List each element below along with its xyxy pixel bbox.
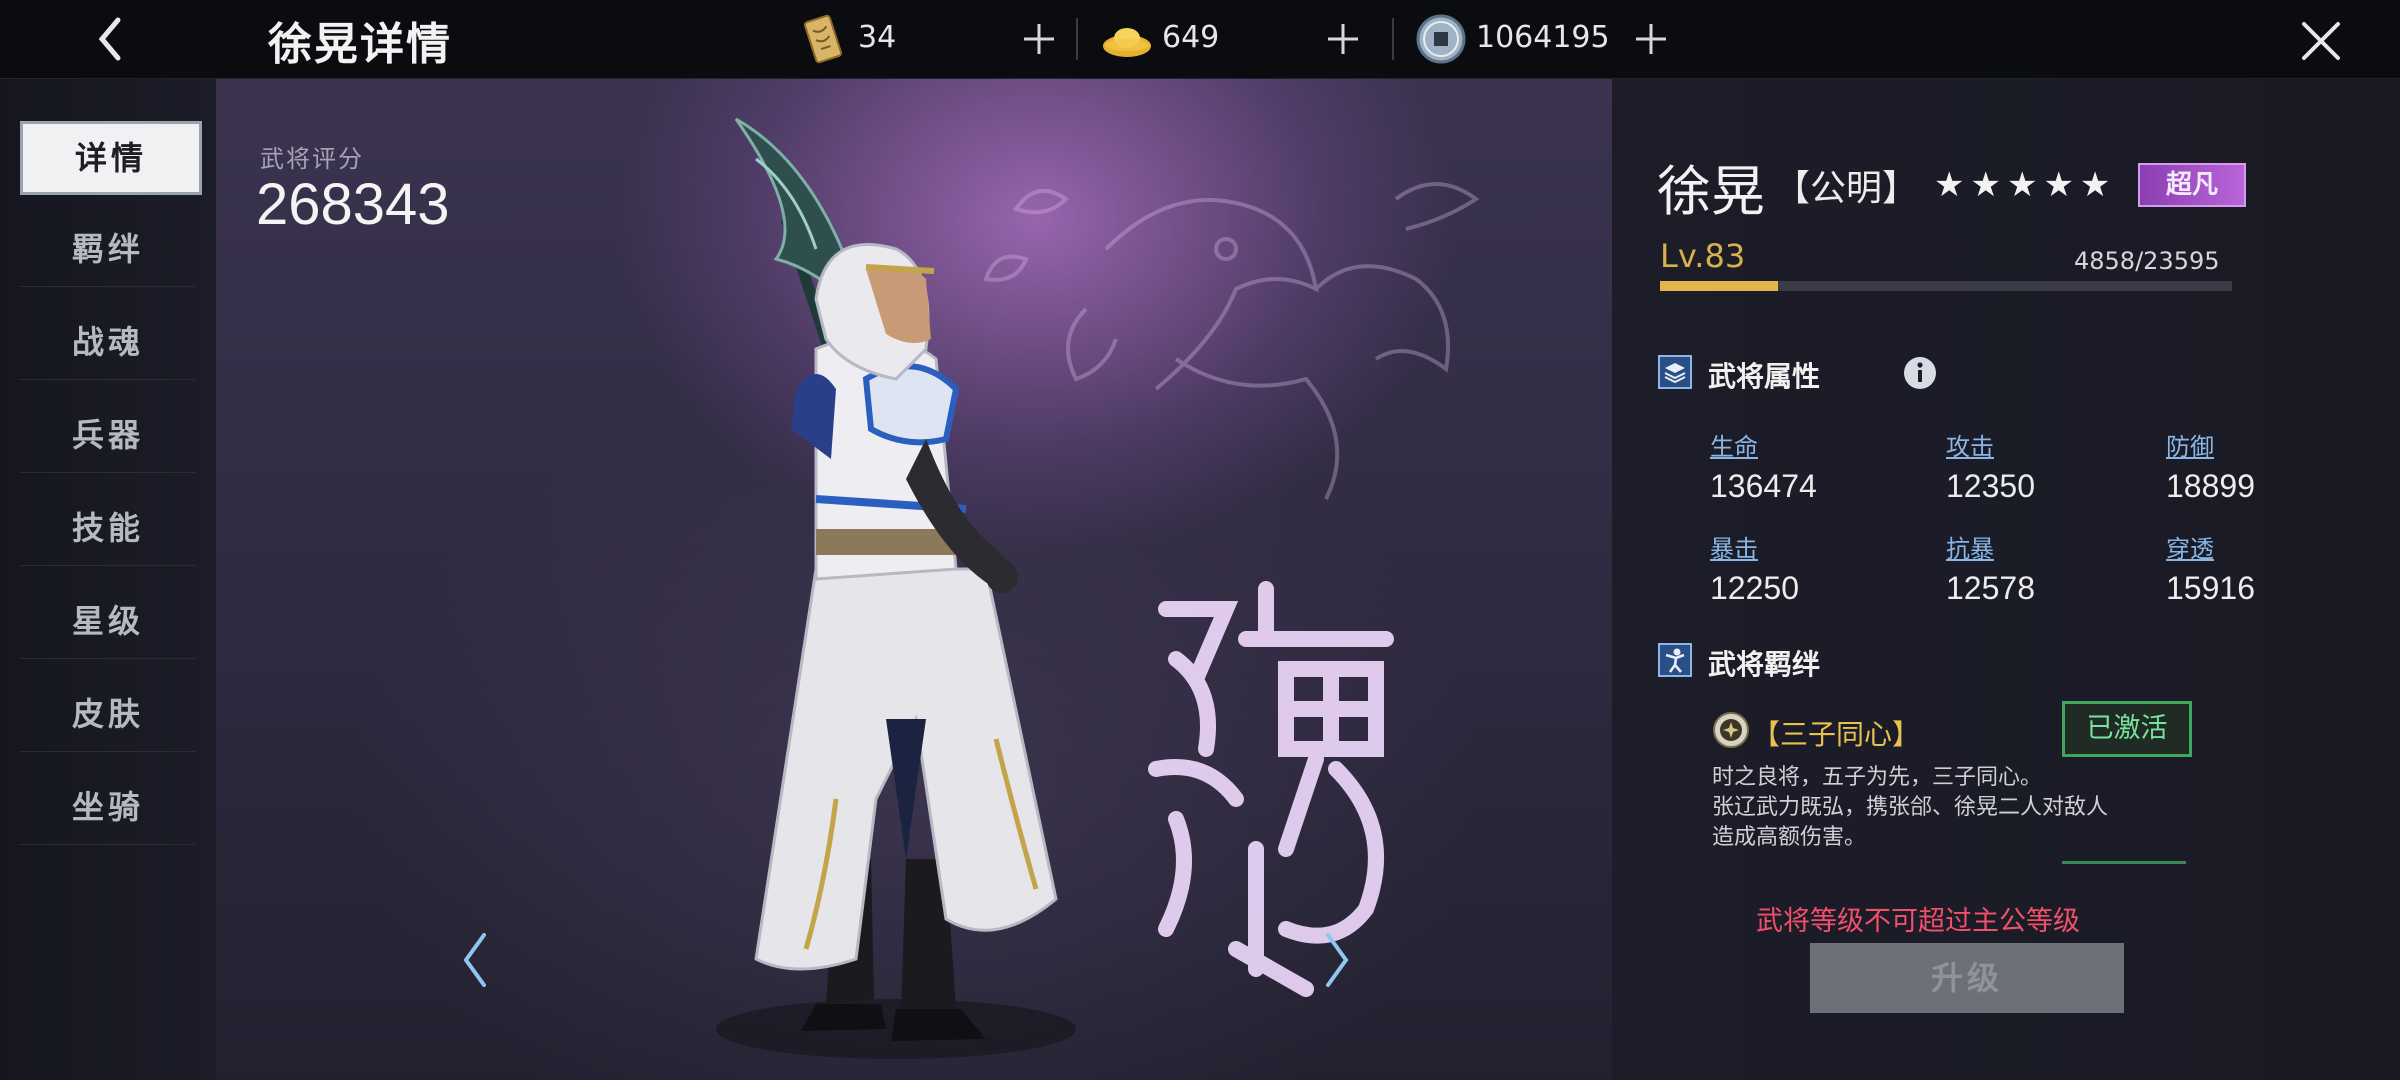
add-copper-button[interactable] [1624, 12, 1678, 66]
stat-defense: 防御 18899 [2166, 427, 2346, 505]
layers-icon [1658, 355, 1692, 389]
tab-mounts[interactable]: 坐骑 [20, 770, 196, 845]
bonds-title: 武将羁绊 [1708, 648, 1821, 681]
copper-coin-icon [1416, 14, 1466, 64]
exp-progress-bar [1660, 281, 2232, 291]
prev-hero-button[interactable] [456, 925, 496, 995]
stat-penetration: 穿透 15916 [2166, 529, 2346, 607]
divider [1392, 18, 1394, 60]
exp-progress-fill [1660, 281, 1778, 291]
stat-value: 18899 [2166, 468, 2255, 504]
bond-desc-line: 造成高额伤害。 [1712, 825, 1867, 850]
warning-text: 武将等级不可超过主公等级 [1756, 906, 2080, 937]
stat-value: 15916 [2166, 570, 2255, 606]
bonds-header: 武将羁绊 [1658, 639, 1958, 681]
warrior-figure-icon [1658, 643, 1692, 677]
tab-bonds[interactable]: 羁绊 [20, 212, 196, 287]
tab-skills[interactable]: 技能 [20, 491, 196, 566]
page-title: 徐晃详情 [268, 19, 452, 70]
stat-crit-resist: 抗暴 12578 [1946, 529, 2126, 607]
tab-skins[interactable]: 皮肤 [20, 677, 196, 752]
stat-hp: 生命 136474 [1710, 427, 1890, 505]
next-hero-button[interactable] [1316, 925, 1356, 995]
divider [1076, 18, 1078, 60]
stat-attack: 攻击 12350 [1946, 427, 2126, 505]
bond-emblem-icon [1713, 712, 1749, 748]
resource-token: 34 [796, 12, 1096, 66]
close-button[interactable] [2294, 14, 2348, 68]
stat-value: 12578 [1946, 570, 2035, 606]
level-cap-warning: 武将等级不可超过主公等级 [1612, 899, 2400, 938]
bond-desc-line: 张辽武力既弘，携张郃、徐晃二人对敌人 [1712, 795, 2109, 820]
stat-name[interactable]: 防御 [2166, 427, 2346, 462]
token-scroll-icon [803, 14, 843, 64]
token-count: 34 [858, 20, 897, 55]
stat-value: 12250 [1710, 570, 1799, 606]
copper-count: 1064195 [1476, 20, 1610, 55]
hero-character-model [716, 117, 1076, 1059]
bond-description: 时之良将，五子为先，三子同心。 张辽武力既弘，携张郃、徐晃二人对敌人 造成高额伤… [1712, 763, 2232, 853]
info-icon[interactable] [1902, 355, 1938, 391]
gold-ingot-icon [1103, 28, 1151, 57]
bond-name[interactable]: 【三子同心】 [1752, 713, 1920, 753]
close-icon [2302, 22, 2340, 60]
star-rating: ★★★★★ [1934, 165, 2117, 205]
upgrade-button[interactable]: 升级 [1810, 943, 2124, 1013]
add-gold-button[interactable] [1316, 12, 1370, 66]
next-bond-badge-partial [2062, 861, 2186, 874]
sidebar: 详情 羁绊 战魂 兵器 技能 星级 皮肤 坐骑 [0, 79, 216, 1080]
top-bar: 徐晃详情 34 649 1064195 [0, 0, 2400, 79]
hero-courtesy-name: 【公明】 [1774, 168, 1919, 209]
attributes-header: 武将属性 [1658, 351, 1958, 393]
back-button[interactable] [86, 10, 138, 68]
tab-war-soul[interactable]: 战魂 [20, 305, 196, 380]
hero-exp: 4858/23595 [2074, 247, 2220, 275]
stat-name[interactable]: 攻击 [1946, 427, 2126, 462]
chevron-left-icon [98, 17, 121, 61]
hero-stage: 武将评分 268343 [216, 79, 1612, 1080]
resource-gold: 649 [1100, 12, 1400, 66]
stat-name[interactable]: 抗暴 [1946, 529, 2126, 564]
hero-name: 徐晃 [1657, 160, 1765, 223]
hero-info-panel: 徐晃 【公明】 ★★★★★ 超凡 Lv.83 4858/23595 武将属性 生… [1612, 79, 2400, 1080]
gold-count: 649 [1162, 20, 1220, 55]
stat-name[interactable]: 穿透 [2166, 529, 2346, 564]
rarity-badge: 超凡 [2138, 163, 2246, 207]
score-value: 268343 [256, 172, 450, 237]
stat-value: 12350 [1946, 468, 2035, 504]
stat-value: 136474 [1710, 468, 1817, 504]
hero-level: Lv.83 [1660, 237, 1746, 275]
score-label: 武将评分 [260, 145, 364, 173]
stat-name[interactable]: 生命 [1710, 427, 1890, 462]
add-token-button[interactable] [1012, 12, 1066, 66]
tab-weapon[interactable]: 兵器 [20, 398, 196, 473]
tab-stars[interactable]: 星级 [20, 584, 196, 659]
stat-crit: 暴击 12250 [1710, 529, 1890, 607]
tab-details[interactable]: 详情 [20, 121, 202, 195]
resource-copper: 1064195 [1414, 12, 1734, 66]
stat-name[interactable]: 暴击 [1710, 529, 1890, 564]
bond-desc-line: 时之良将，五子为先，三子同心。 [1712, 765, 2043, 790]
attributes-title: 武将属性 [1708, 360, 1821, 393]
bond-activated-badge[interactable]: 已激活 [2062, 701, 2192, 757]
